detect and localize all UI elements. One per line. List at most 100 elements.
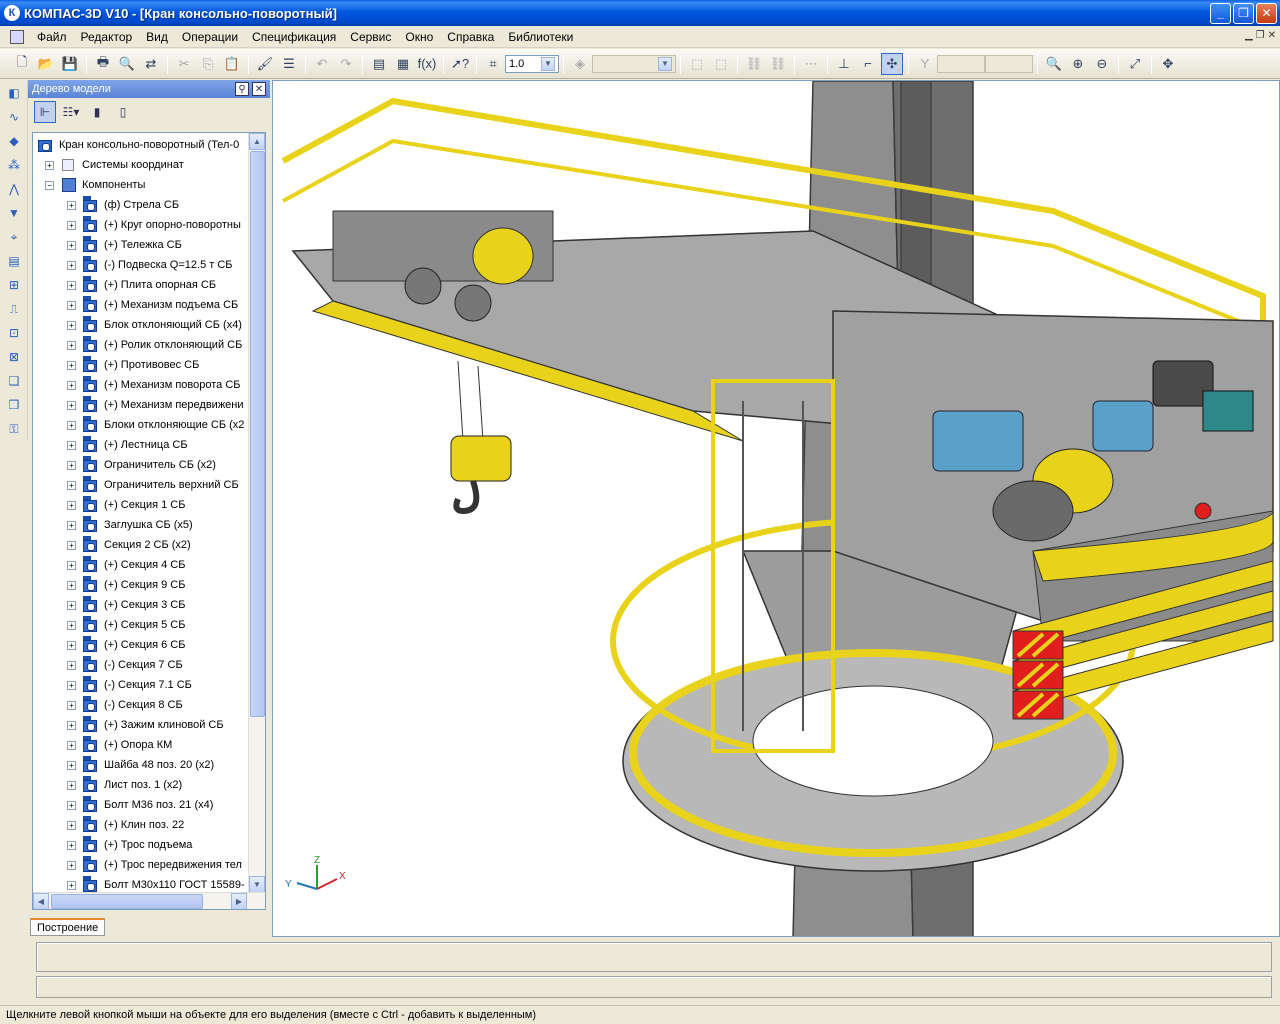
tree-item-component[interactable]: + Лист поз. 1 (x2) [67, 775, 182, 795]
move-component-icon[interactable]: ❒ [3, 394, 25, 416]
expand-icon[interactable]: + [67, 480, 76, 490]
scroll-thumb[interactable] [250, 151, 265, 717]
tree-item-component[interactable]: + (+) Механизм передвижени [67, 395, 244, 415]
copy-icon[interactable]: ⎘ [197, 53, 219, 75]
reports-icon[interactable]: ⊞ [3, 274, 25, 296]
save-icon[interactable]: 💾 [59, 53, 81, 75]
tree-item-component[interactable]: + (+) Секция 3 СБ [67, 595, 185, 615]
print-preview-icon[interactable]: 🔍 [116, 53, 138, 75]
tree-item-component[interactable]: + (+) Механизм подъема СБ [67, 295, 238, 315]
tree-item-component[interactable]: + (+) Лестница СБ [67, 435, 188, 455]
properties-icon[interactable]: ☰ [278, 53, 300, 75]
expand-icon[interactable]: + [67, 680, 76, 690]
scroll-thumb-horizontal[interactable] [51, 894, 203, 909]
menu-service[interactable]: Сервис [343, 30, 398, 44]
sketch-3d-icon[interactable]: ⬚ [710, 53, 732, 75]
tree-item-component[interactable]: + (-) Секция 7.1 СБ [67, 675, 192, 695]
expand-icon[interactable]: + [67, 340, 76, 350]
tree-item-component[interactable]: + (+) Трос передвижения тел [67, 855, 242, 875]
tree-structure-icon[interactable]: ⊩ [34, 101, 56, 123]
tree-item-component[interactable]: + (+) Плита опорная СБ [67, 275, 216, 295]
scroll-up-icon[interactable]: ▲ [249, 133, 265, 150]
collapse-icon[interactable]: − [45, 180, 54, 190]
tree-item-component[interactable]: + (+) Зажим клиновой СБ [67, 715, 224, 735]
expand-icon[interactable]: + [67, 520, 76, 530]
menu-help[interactable]: Справка [440, 30, 501, 44]
check-collisions-icon[interactable]: ⚿ [3, 418, 25, 440]
menu-libraries[interactable]: Библиотеки [501, 30, 580, 44]
expand-icon[interactable]: + [67, 300, 76, 310]
measure-icon[interactable]: ⌖ [3, 226, 25, 248]
pin-icon[interactable]: ⚲ [235, 82, 249, 96]
surfaces-icon[interactable]: ◆ [3, 130, 25, 152]
cut-icon[interactable]: ✂ [173, 53, 195, 75]
expand-icon[interactable]: + [67, 580, 76, 590]
history-icon[interactable]: ▯ [112, 101, 134, 123]
export-icon[interactable]: ⇄ [140, 53, 162, 75]
maximize-button[interactable]: ❐ [1233, 3, 1254, 24]
expand-icon[interactable]: + [67, 360, 76, 370]
expand-icon[interactable]: + [67, 740, 76, 750]
menu-view[interactable]: Вид [139, 30, 175, 44]
tree-item-components[interactable]: − Компоненты [45, 175, 145, 195]
tree-item-component[interactable]: + (+) Тележка СБ [67, 235, 182, 255]
tree-item-component[interactable]: + Заглушка СБ (x5) [67, 515, 193, 535]
tree-view-mode-icon[interactable]: ☷▾ [60, 101, 82, 123]
expand-icon[interactable]: + [67, 700, 76, 710]
tree-item-component[interactable]: + (+) Секция 9 СБ [67, 575, 185, 595]
expand-icon[interactable]: + [67, 760, 76, 770]
layers-icon[interactable]: ◈ [569, 53, 591, 75]
expand-icon[interactable]: + [67, 460, 76, 470]
tree-item-component[interactable]: + (+) Секция 6 СБ [67, 635, 185, 655]
model-viewport[interactable]: Z X Y [272, 80, 1280, 937]
tree-item-component[interactable]: + (+) Противовес СБ [67, 355, 199, 375]
zoom-in-icon[interactable]: ⊕ [1067, 53, 1089, 75]
doc-minimize-icon[interactable]: ▁ [1245, 30, 1253, 41]
tree-item-component[interactable]: + Шайба 48 поз. 20 (x2) [67, 755, 214, 775]
expand-icon[interactable]: + [67, 880, 76, 890]
tree-item-component[interactable]: + (-) Подвеска Q=12.5 т СБ [67, 255, 233, 275]
document-icon[interactable] [10, 29, 24, 44]
grid-icon[interactable]: ⋯ [800, 53, 822, 75]
redo-icon[interactable]: ↷ [335, 53, 357, 75]
expand-icon[interactable]: + [67, 660, 76, 670]
zoom-out-icon[interactable]: ⊖ [1091, 53, 1113, 75]
round-mode-icon[interactable]: ✣ [881, 52, 903, 75]
expand-icon[interactable]: + [67, 320, 76, 330]
expand-icon[interactable]: + [67, 860, 76, 870]
menu-file[interactable]: Файл [30, 30, 74, 44]
tree-item-component[interactable]: + Блоки отклоняющие СБ (x2 [67, 415, 244, 435]
tree-item-component[interactable]: + (+) Секция 4 СБ [67, 555, 185, 575]
ortho-icon[interactable]: ⌐ [857, 53, 879, 75]
expand-icon[interactable]: + [67, 800, 76, 810]
edit-part-icon[interactable]: ◧ [3, 82, 25, 104]
arrays-icon[interactable]: ⁂ [3, 154, 25, 176]
library-icon[interactable]: ▦ [392, 53, 414, 75]
scroll-right-icon[interactable]: ▶ [231, 893, 247, 909]
expand-icon[interactable]: + [67, 600, 76, 610]
tree-vertical-scrollbar[interactable]: ▲ ▼ [248, 133, 265, 893]
title-bar[interactable]: К КОМПАС-3D V10 - [Кран консольно-поворо… [0, 0, 1280, 26]
expand-icon[interactable]: + [67, 640, 76, 650]
tree-item-component[interactable]: + (-) Секция 8 СБ [67, 695, 183, 715]
scroll-down-icon[interactable]: ▼ [249, 876, 265, 893]
menu-specification[interactable]: Спецификация [245, 30, 343, 44]
tree-item-component[interactable]: + (+) Механизм поворота СБ [67, 375, 241, 395]
undo-icon[interactable]: ↶ [311, 53, 333, 75]
pan-icon[interactable]: ✥ [1157, 53, 1179, 75]
expand-icon[interactable]: + [67, 780, 76, 790]
close-button[interactable]: ✕ [1256, 3, 1277, 24]
panel-close-icon[interactable]: ✕ [252, 82, 266, 96]
tree-item-component[interactable]: + Ограничитель СБ (x2) [67, 455, 216, 475]
unlink-icon[interactable]: ⛓ [767, 53, 789, 75]
add-component-icon[interactable]: ❑ [3, 370, 25, 392]
expand-icon[interactable]: + [67, 200, 76, 210]
zoom-window-icon[interactable]: 🔍 [1043, 53, 1065, 75]
tree-item-component[interactable]: + Болт М36 поз. 21 (x4) [67, 795, 213, 815]
manager-icon[interactable]: ▤ [368, 53, 390, 75]
tree-item-component[interactable]: + (+) Клин поз. 22 [67, 815, 184, 835]
menu-operations[interactable]: Операции [175, 30, 245, 44]
open-icon[interactable]: 📂 [35, 53, 57, 75]
mates-icon[interactable]: ⊠ [3, 346, 25, 368]
model-tree[interactable]: Кран консольно-поворотный (Тел-0 + Систе… [32, 132, 266, 910]
